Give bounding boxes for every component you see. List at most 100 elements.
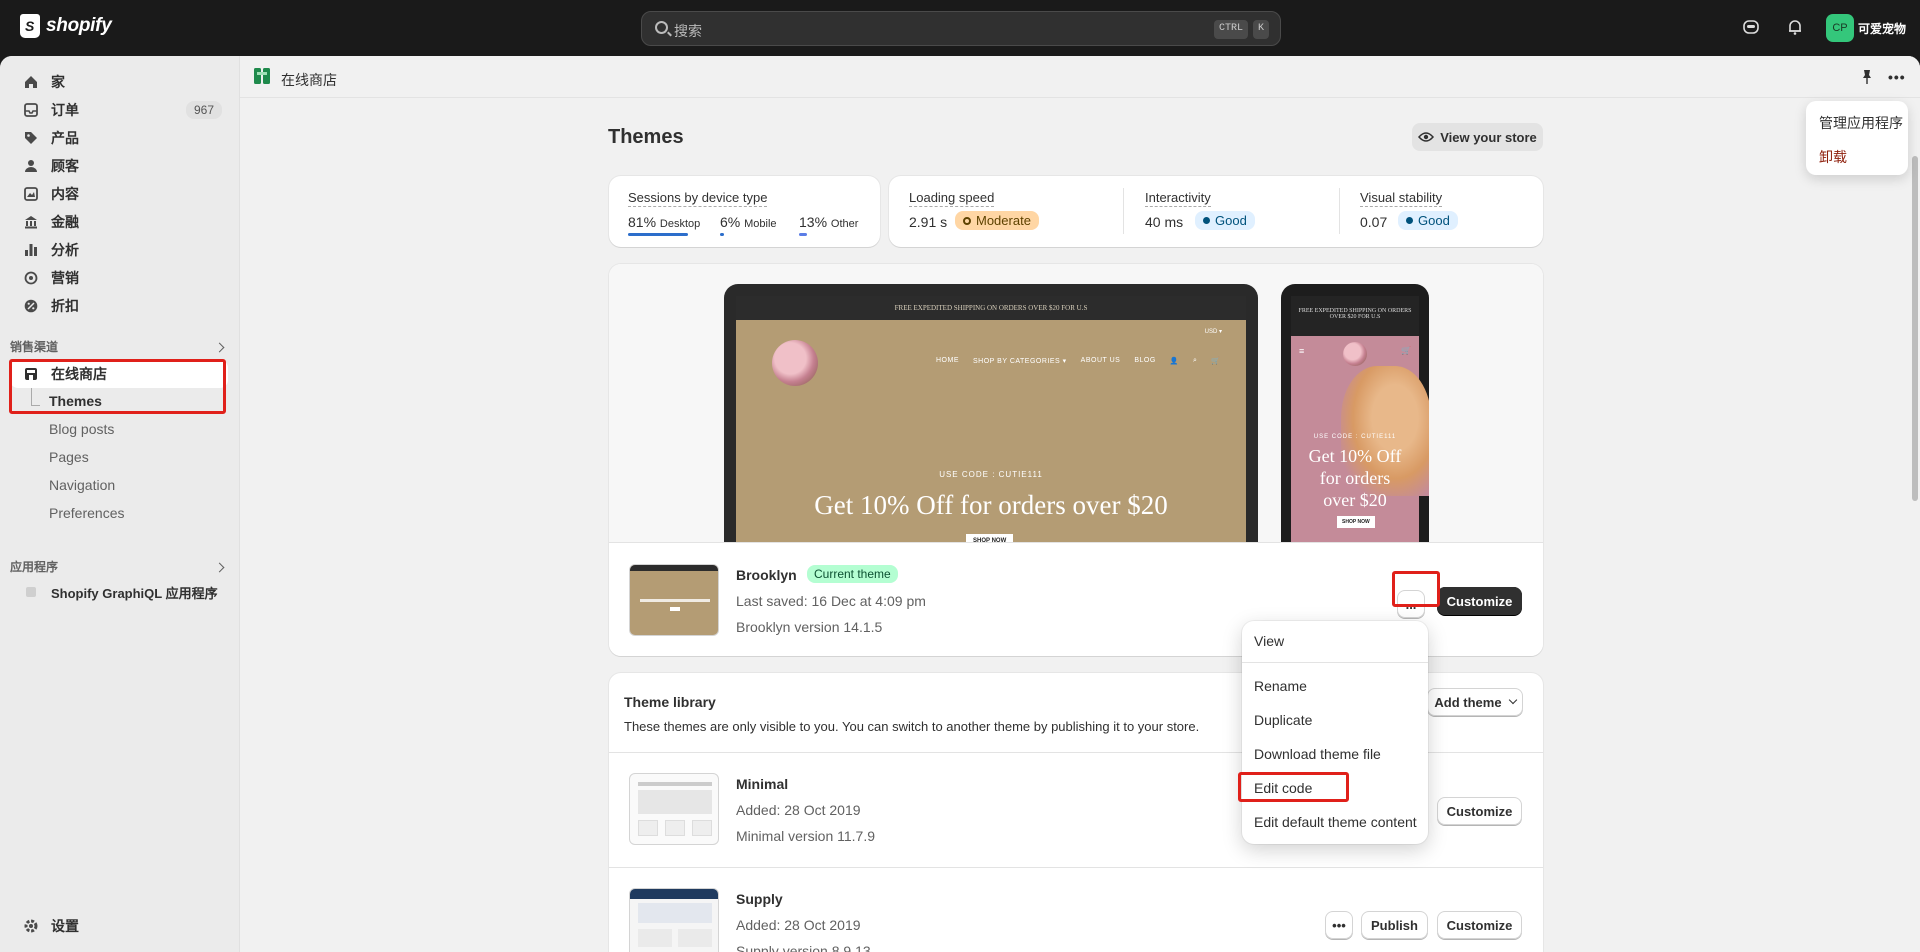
chart-icon xyxy=(23,242,39,258)
scrollbar[interactable] xyxy=(1912,156,1918,501)
view-store-button[interactable]: View your store xyxy=(1412,123,1543,151)
desktop-bar xyxy=(628,233,688,236)
sidebar-item-products[interactable]: 产品 xyxy=(10,124,228,152)
pin-icon[interactable] xyxy=(1862,70,1872,84)
theme-name: Brooklyn xyxy=(736,567,797,583)
mobile-stat: 6% Mobile xyxy=(720,214,777,230)
menu-item-edit-default-content[interactable]: Edit default theme content xyxy=(1254,814,1417,830)
store-name[interactable]: 可爱宠物 xyxy=(1858,20,1906,37)
sidekick-icon[interactable] xyxy=(1742,18,1760,36)
more-actions-icon[interactable]: ••• xyxy=(1888,69,1906,85)
chevron-right-icon[interactable] xyxy=(214,562,225,573)
sidebar-item-label: Shopify GraphiQL 应用程序 xyxy=(51,585,218,601)
store-logo xyxy=(772,340,818,386)
sidebar-item-label: 顾客 xyxy=(51,158,79,174)
mobile-shop-now: SHOP NOW xyxy=(1337,516,1375,528)
add-theme-button[interactable]: Add theme xyxy=(1427,688,1523,716)
shop-now-button: SHOP NOW xyxy=(966,534,1014,542)
search-placeholder: 搜索 xyxy=(674,23,702,39)
theme-version: Brooklyn version 14.1.5 xyxy=(736,619,883,635)
mobile-store-logo xyxy=(1343,342,1367,366)
bell-icon[interactable] xyxy=(1786,18,1804,36)
sidebar-item-content[interactable]: 内容 xyxy=(10,180,228,208)
sidebar-sub-preferences[interactable]: Preferences xyxy=(49,505,124,521)
uninstall-item[interactable]: 卸载 xyxy=(1819,147,1847,167)
chevron-down-icon xyxy=(1508,695,1517,705)
orders-count-badge: 967 xyxy=(185,101,222,119)
hamburger-icon: ≡ xyxy=(1299,346,1305,356)
gear-icon xyxy=(23,918,39,934)
interactivity-value: 40 ms xyxy=(1145,214,1184,230)
cart-icon: 🛒 xyxy=(1211,358,1221,365)
theme-name: Supply xyxy=(736,891,783,907)
sidebar-item-label: 金融 xyxy=(51,214,79,230)
last-saved: Last saved: 16 Dec at 4:09 pm xyxy=(736,593,926,609)
promo-heading: Get 10% Off for orders over $20 xyxy=(814,490,1168,520)
library-description: These themes are only visible to you. Yo… xyxy=(624,719,1200,734)
divider xyxy=(1123,188,1124,234)
sidebar-item-discounts[interactable]: 折扣 xyxy=(10,292,228,320)
sidebar-item-orders[interactable]: 订单 967 xyxy=(10,96,228,124)
menu-divider xyxy=(1242,662,1428,663)
use-code-text: USE CODE : CUTIE111 xyxy=(939,470,1043,479)
sidebar-item-label: 折扣 xyxy=(51,298,79,314)
kbd-ctrl: CTRL xyxy=(1214,20,1249,39)
mobile-promo-line3: over $20 xyxy=(1323,490,1387,510)
menu-item-duplicate[interactable]: Duplicate xyxy=(1254,712,1312,728)
theme-added: Added: 28 Oct 2019 xyxy=(736,802,861,818)
theme-actions-button[interactable]: ••• xyxy=(1325,911,1353,939)
shipping-strip: FREE EXPEDITED SHIPPING ON ORDERS OVER $… xyxy=(736,296,1246,320)
sidebar-item-home[interactable]: 家 xyxy=(10,68,228,96)
sidebar-sub-blog-posts[interactable]: Blog posts xyxy=(49,421,114,437)
menu-item-rename[interactable]: Rename xyxy=(1254,678,1307,694)
theme-preview[interactable]: FREE EXPEDITED SHIPPING ON ORDERS OVER $… xyxy=(609,264,1543,542)
divider xyxy=(609,867,1543,868)
sidebar-item-analytics[interactable]: 分析 xyxy=(10,236,228,264)
good-badge: Good xyxy=(1398,211,1458,230)
moderate-icon xyxy=(963,216,971,225)
sidebar-item-graphiql-app[interactable]: Shopify GraphiQL 应用程序 xyxy=(10,578,228,606)
manage-apps-item[interactable]: 管理应用程序 xyxy=(1819,113,1903,133)
theme-version: Minimal version 11.7.9 xyxy=(736,828,876,844)
account-icon: 👤 xyxy=(1169,358,1179,365)
menu-item-download[interactable]: Download theme file xyxy=(1254,746,1381,762)
chevron-right-icon[interactable] xyxy=(214,342,225,353)
shopify-logo[interactable]: shopify xyxy=(20,14,112,38)
minimal-thumbnail xyxy=(629,773,719,845)
store-menu: HOME SHOP BY CATEGORIES ▾ ABOUT US BLOG 👤 ⌕ 🛒 xyxy=(936,357,1221,365)
loading-speed-label: Loading speed xyxy=(909,190,995,207)
menu-item-view[interactable]: View xyxy=(1254,633,1284,649)
sidebar-item-settings[interactable]: 设置 xyxy=(10,912,228,940)
visual-stability-label: Visual stability xyxy=(1360,190,1443,207)
sidebar-item-marketing[interactable]: 营销 xyxy=(10,264,228,292)
sidebar-item-label: 订单 xyxy=(51,102,79,118)
sidebar-item-finance[interactable]: 金融 xyxy=(10,208,228,236)
customize-button[interactable]: Customize xyxy=(1437,911,1522,939)
loading-speed-value: 2.91 s xyxy=(909,214,948,230)
search-bar[interactable]: 搜索 CTRL K xyxy=(641,11,1281,46)
view-store-label: View your store xyxy=(1440,129,1537,145)
customize-button[interactable]: Customize xyxy=(1437,587,1522,615)
customize-button[interactable]: Customize xyxy=(1437,797,1522,825)
cart-icon: 🛒 xyxy=(1401,346,1411,355)
sidebar-item-label: 家 xyxy=(51,74,65,90)
mobile-promo-line2: for orders xyxy=(1319,468,1391,488)
good-badge: Good xyxy=(1195,211,1255,230)
top-bar: shopify 搜索 CTRL K CP 可爱宠物 xyxy=(0,0,1920,56)
avatar[interactable]: CP xyxy=(1826,14,1854,42)
mobile-promo-line1: Get 10% Off xyxy=(1308,446,1402,466)
brand-wordmark: shopify xyxy=(46,15,112,36)
good-icon xyxy=(1203,217,1210,224)
sidebar-sub-navigation[interactable]: Navigation xyxy=(49,477,115,493)
sidebar-sub-pages[interactable]: Pages xyxy=(49,449,89,465)
discount-icon xyxy=(23,298,39,314)
search-icon xyxy=(655,21,668,34)
currency-selector: USD ▾ xyxy=(1204,329,1222,335)
apps-title: 应用程序 xyxy=(10,560,59,574)
brooklyn-thumbnail xyxy=(629,564,719,636)
mobile-preview: FREE EXPEDITED SHIPPING ON ORDERS OVER $… xyxy=(1281,284,1429,542)
sidebar-item-customers[interactable]: 顾客 xyxy=(10,152,228,180)
publish-button[interactable]: Publish xyxy=(1361,911,1428,939)
sidebar-item-label: 营销 xyxy=(51,270,79,286)
sidebar: 家 订单 967 产品 顾客 内容 金融 分析 营销 折扣 销售渠道 在线商店 … xyxy=(0,56,240,952)
